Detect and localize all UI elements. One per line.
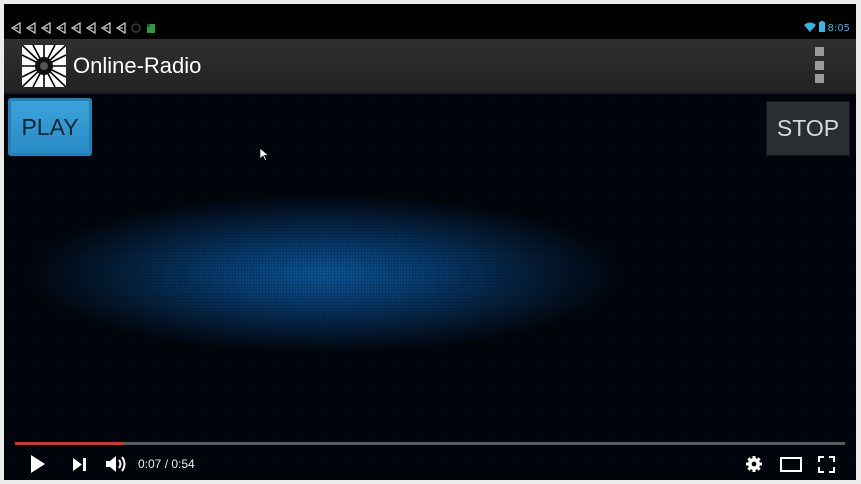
video-screen[interactable]: 8:05 Online-Radio PLAY STOP 0:07 / 0:54 [4,4,856,480]
video-frame: 8:05 Online-Radio PLAY STOP 0:07 / 0:54 [0,0,861,484]
status-bar: 8:05 [4,17,856,39]
back-arrow-icon [10,22,22,34]
theater-mode-icon[interactable] [780,457,802,477]
battery-icon [818,19,825,37]
fullscreen-icon[interactable] [818,456,835,478]
play-icon[interactable] [30,455,46,478]
player-controls: 0:07 / 0:54 [4,448,856,480]
back-arrow-icon [40,22,52,34]
mouse-cursor-icon [259,147,270,166]
sync-icon [130,22,142,34]
back-arrow-icon [100,22,112,34]
wifi-icon [803,19,816,37]
back-arrow-icon [85,22,97,34]
app-logo-icon [21,44,67,88]
progress-fill [15,442,123,445]
next-icon[interactable] [72,458,88,476]
progress-bar[interactable] [15,442,845,445]
back-arrow-icon [70,22,82,34]
volume-icon[interactable] [106,455,128,478]
back-arrow-icon [55,22,67,34]
sd-card-icon [145,22,157,34]
back-arrow-icon [115,22,127,34]
play-button[interactable]: PLAY [8,98,92,156]
status-time: 8:05 [827,22,850,34]
settings-gear-icon[interactable] [746,456,762,477]
app-title: Online-Radio [73,53,202,78]
stop-button[interactable]: STOP [766,101,850,156]
radio-content: PLAY STOP [4,94,856,480]
overflow-menu-icon[interactable] [812,47,826,83]
time-display: 0:07 / 0:54 [138,457,195,471]
status-right: 8:05 [803,19,850,37]
back-arrow-icon [25,22,37,34]
action-bar: Online-Radio [4,39,856,94]
